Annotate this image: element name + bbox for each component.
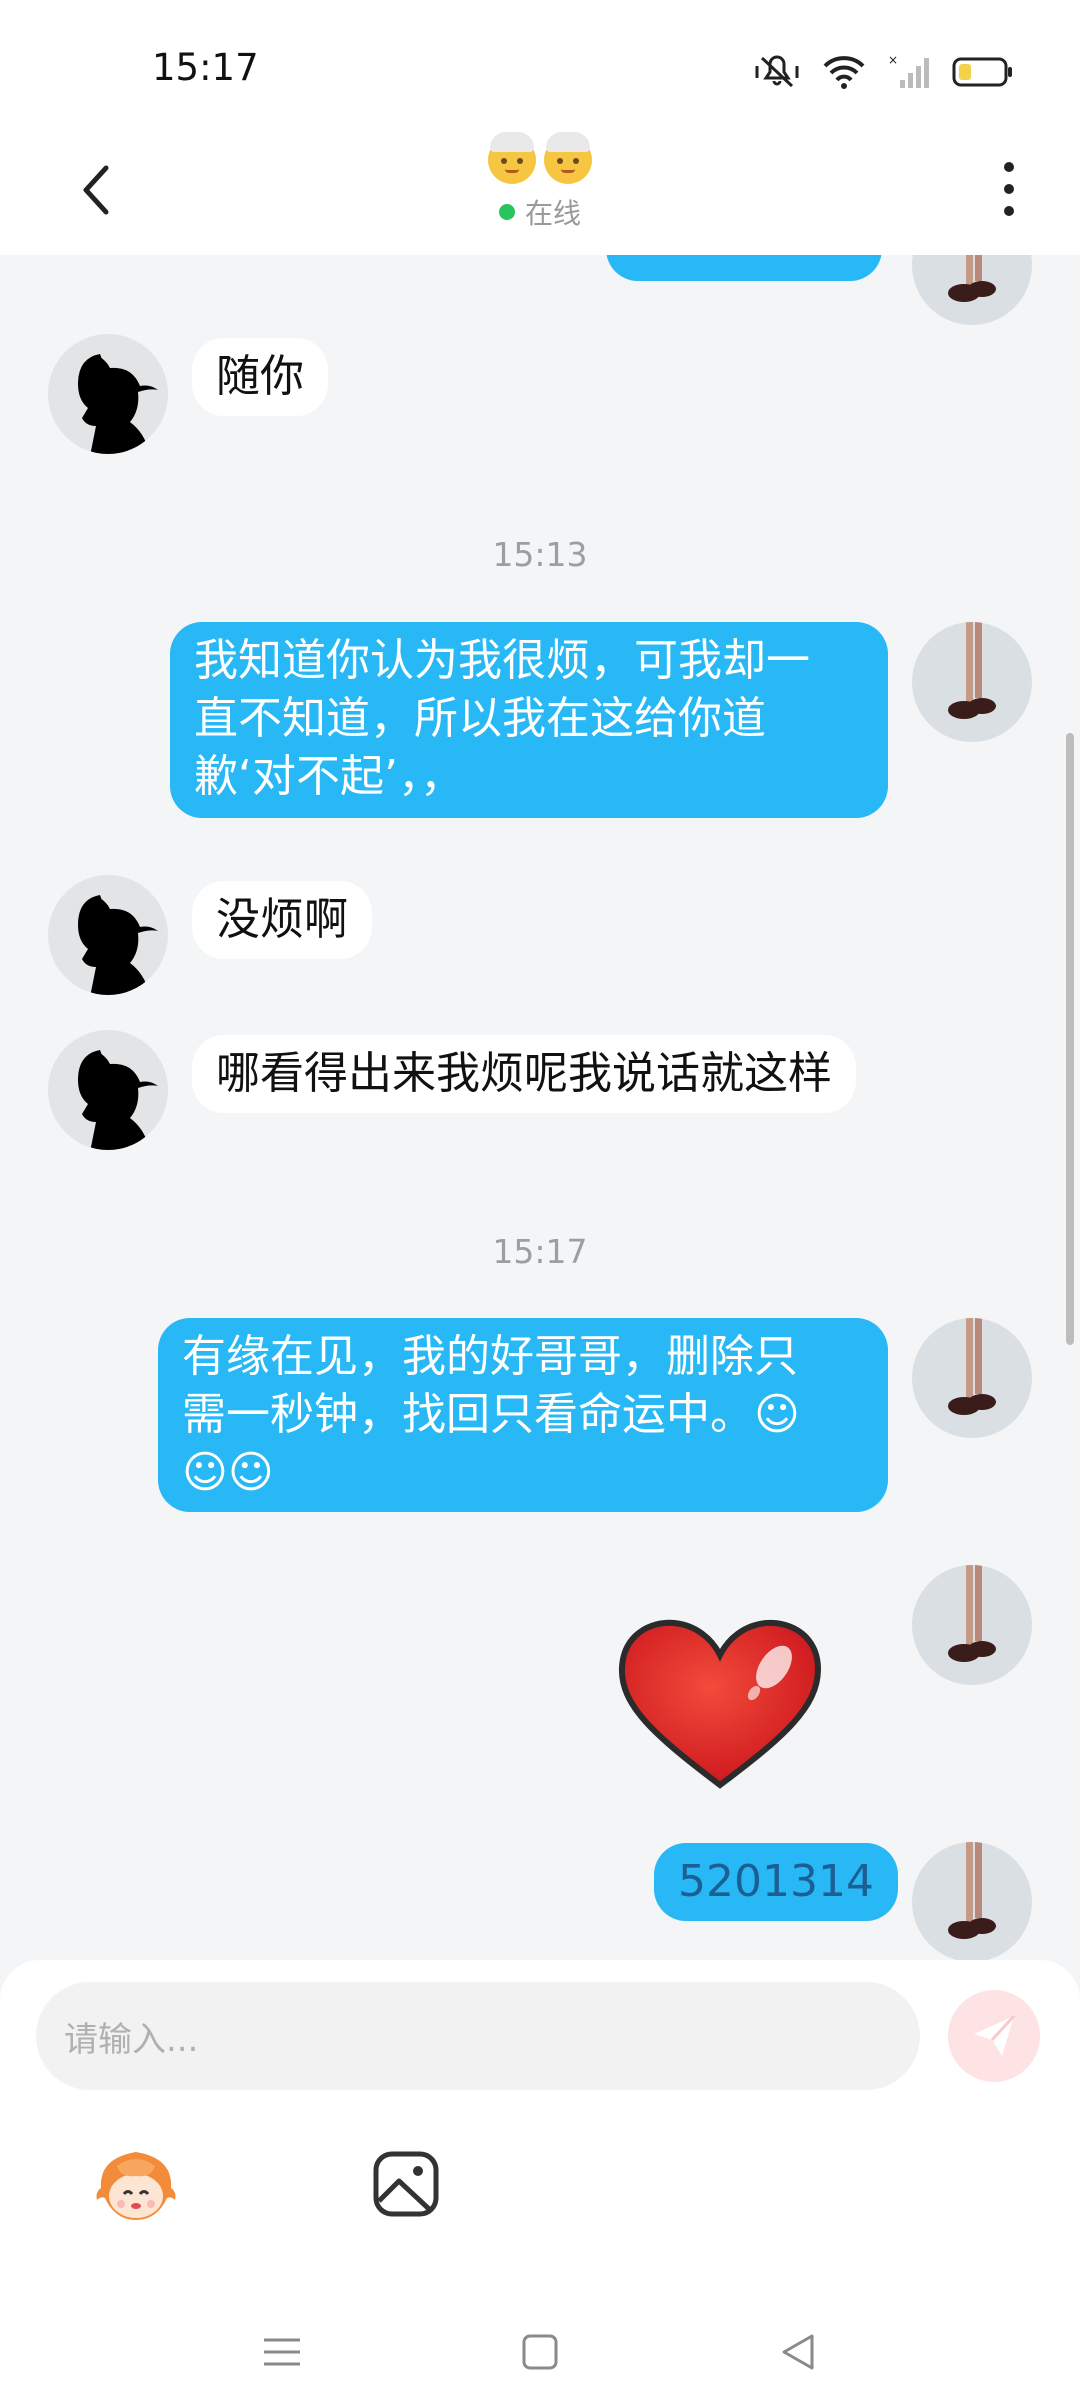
contact-name-emoji (488, 132, 592, 184)
message-bubble-incoming[interactable]: 哪看得出来我烦呢我说话就这样 (192, 1035, 856, 1113)
message-bubble-outgoing[interactable]: 5201314 (654, 1843, 898, 1921)
legs-avatar-image (948, 1842, 996, 1939)
message-line: 直不知道，所以我在这给你道 (194, 693, 766, 744)
menu-icon (264, 2338, 300, 2366)
back-nav-button[interactable] (768, 2322, 828, 2382)
home-square-icon (522, 2334, 558, 2370)
contact-avatar[interactable] (48, 875, 168, 995)
menu-button[interactable] (252, 2322, 312, 2382)
more-options-button[interactable] (994, 154, 1024, 224)
message-bubble-incoming[interactable]: 随你 (192, 338, 328, 416)
legs-avatar-image (948, 255, 996, 302)
message-line: ☺☺ (182, 1447, 274, 1498)
message-line: 我知道你认为我很烦，可我却一 (194, 635, 810, 686)
red-heart-sticker[interactable] (614, 1615, 826, 1795)
message-input[interactable]: 请输入... (36, 1982, 920, 2090)
send-paper-plane-icon (974, 2014, 1016, 2056)
battery-low-icon (952, 57, 1012, 87)
status-icons: × (754, 52, 1014, 92)
silhouette-avatar-image (78, 895, 158, 995)
svg-text:×: × (888, 54, 898, 67)
emoji-sticker-icon (96, 2152, 176, 2220)
status-time: 15:17 (152, 46, 259, 89)
wifi-icon (823, 56, 865, 89)
chat-header: 在线 (0, 130, 1080, 255)
image-gallery-icon (373, 2151, 439, 2217)
legs-avatar-image (948, 1318, 996, 1415)
image-gallery-button[interactable] (360, 2138, 452, 2230)
silhouette-avatar-image (78, 1050, 158, 1150)
signal-off-icon: × (888, 54, 929, 88)
message-bubble-outgoing[interactable] (606, 255, 882, 281)
message-bubble-outgoing[interactable]: 我知道你认为我很烦，可我却一 直不知道，所以我在这给你道 歉‘对不起’，， (170, 622, 888, 818)
older-person-emoji (488, 132, 536, 184)
message-line: 需一秒钟，找回只看命运中。☺ (182, 1389, 800, 1440)
send-button[interactable] (948, 1990, 1040, 2082)
online-status-text: 在线 (524, 197, 581, 230)
contact-avatar[interactable] (48, 334, 168, 454)
message-bubble-incoming[interactable]: 没烦啊 (192, 881, 372, 959)
older-person-emoji (544, 132, 592, 184)
mute-vibrate-icon (755, 55, 799, 88)
contact-avatar[interactable] (48, 1030, 168, 1150)
chat-title: 在线 (0, 132, 1080, 232)
message-timestamp: 15:17 (492, 1232, 588, 1271)
chat-scrollbar[interactable] (1066, 733, 1074, 1345)
online-status: 在线 (0, 192, 1080, 232)
online-dot-icon (498, 204, 515, 220)
legs-avatar-image (948, 622, 996, 719)
my-avatar[interactable] (912, 255, 1032, 325)
my-avatar[interactable] (912, 622, 1032, 742)
message-line: 有缘在见，我的好哥哥，删除只 (182, 1331, 798, 1382)
emoji-sticker-button[interactable] (90, 2138, 182, 2230)
message-bubble-outgoing[interactable]: 有缘在见，我的好哥哥，删除只 需一秒钟，找回只看命运中。☺ ☺☺ (158, 1318, 888, 1512)
system-nav-bar (0, 2300, 1080, 2400)
my-avatar[interactable] (912, 1318, 1032, 1438)
legs-avatar-image (948, 1565, 996, 1662)
my-avatar[interactable] (912, 1842, 1032, 1960)
home-button[interactable] (510, 2322, 570, 2382)
message-line: 歉‘对不起’，， (194, 751, 464, 802)
silhouette-avatar-image (78, 354, 158, 454)
my-avatar[interactable] (912, 1565, 1032, 1685)
message-list[interactable]: 随你 15:13 我知道你认为我很烦，可我却一 直不知道，所以我在这给你道 歉‘… (0, 255, 1080, 1960)
message-timestamp: 15:13 (492, 535, 588, 574)
back-triangle-icon (782, 2334, 814, 2370)
status-bar: 15:17 × (0, 0, 1080, 130)
